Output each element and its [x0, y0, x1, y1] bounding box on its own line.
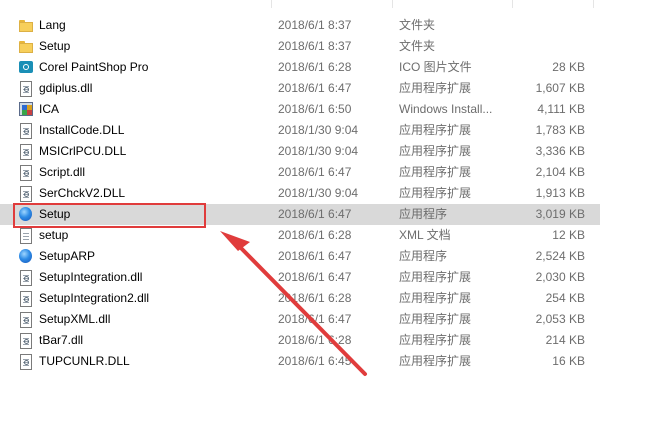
annotation-arrow: [220, 231, 367, 376]
annotation-arrow-head: [220, 231, 250, 251]
annotation-arrow-shaft: [236, 243, 367, 376]
